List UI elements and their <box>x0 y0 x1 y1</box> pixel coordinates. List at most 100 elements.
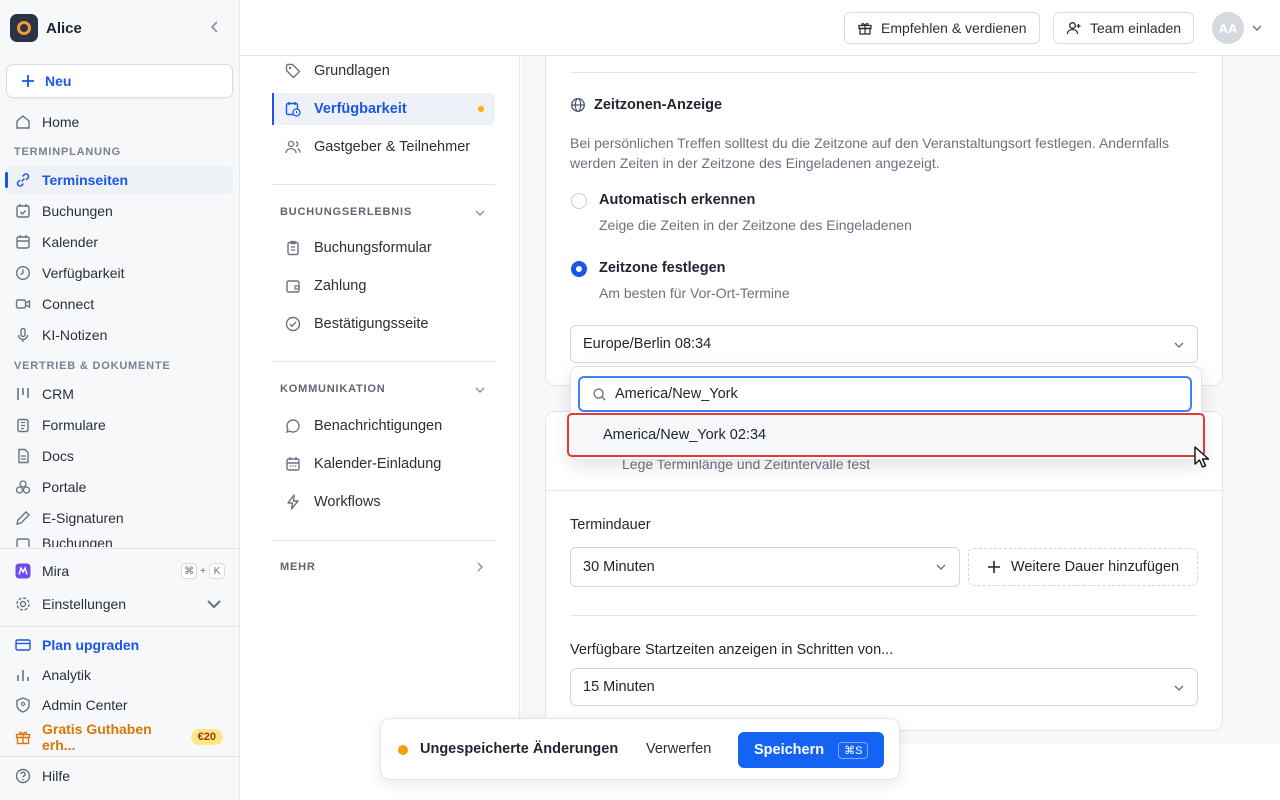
sidebar-item-e-signaturen[interactable]: E-Signaturen <box>6 504 233 532</box>
nav-item-workflows[interactable]: Workflows <box>272 486 495 518</box>
nav-item-label: Kalender-Einladung <box>314 456 442 472</box>
timezone-option-new-york[interactable]: America/New_York 02:34 <box>567 413 1205 457</box>
discard-button[interactable]: Verwerfen <box>646 741 711 757</box>
nav-item-gastgeber-teilnehmer[interactable]: Gastgeber & Teilnehmer <box>272 131 495 163</box>
sidebar-item-formulare[interactable]: Formulare <box>6 411 233 439</box>
nav-item-kalender-einladung[interactable]: Kalender-Einladung <box>272 448 495 480</box>
sidebar-item-admin-center[interactable]: Admin Center <box>6 691 233 719</box>
sidebar-item-plan-upgraden[interactable]: Plan upgraden <box>6 631 233 659</box>
timezone-search-input[interactable]: America/New_York <box>578 376 1192 412</box>
tag-icon <box>285 63 301 79</box>
sidebar-item-hilfe[interactable]: Hilfe <box>6 762 233 790</box>
credit-badge: €20 <box>190 729 223 745</box>
shortcut-plus: + <box>200 565 206 577</box>
nav-item-benachrichtigungen[interactable]: Benachrichtigungen <box>272 410 495 442</box>
workspace-switcher[interactable]: Alice <box>10 13 82 43</box>
lightning-icon <box>287 494 299 510</box>
sidebar-section-scheduling: TERMINPLANUNG <box>14 146 121 158</box>
save-button[interactable]: Speichern ⌘S <box>738 732 884 768</box>
nav-divider <box>272 184 495 185</box>
sidebar-item-ki-notizen[interactable]: KI-Notizen <box>6 321 233 349</box>
sidebar-item-label: Mira <box>42 563 70 579</box>
nav-item-bestaetigungsseite[interactable]: Bestätigungsseite <box>272 308 495 340</box>
interval-select-value: 15 Minuten <box>583 679 655 695</box>
nav-item-grundlagen[interactable]: Grundlagen <box>272 55 495 87</box>
sidebar-item-terminseiten[interactable]: Terminseiten <box>5 166 233 194</box>
sidebar-divider <box>0 756 239 757</box>
collapse-sidebar-icon[interactable] <box>208 20 222 34</box>
pen-icon <box>16 511 30 525</box>
interval-select[interactable]: 15 Minuten <box>570 668 1198 706</box>
sidebar-item-label: Buchungen <box>42 535 113 547</box>
video-icon <box>15 299 31 309</box>
invite-team-button[interactable]: Team einladen <box>1053 12 1195 44</box>
section-buchungserlebnis[interactable]: BUCHUNGSERLEBNIS <box>280 206 412 218</box>
duration-select[interactable]: 30 Minuten <box>570 547 960 587</box>
nav-item-buchungsformular[interactable]: Buchungsformular <box>272 232 495 264</box>
help-icon <box>15 768 31 784</box>
section-divider <box>570 72 1198 73</box>
check-circle-icon <box>285 316 301 332</box>
refer-earn-button[interactable]: Empfehlen & verdienen <box>844 12 1040 44</box>
mira-shortcut: ⌘ + K <box>181 563 225 579</box>
add-duration-label: Weitere Dauer hinzufügen <box>1010 559 1180 575</box>
sidebar-item-gratis-guthaben[interactable]: Gratis Guthaben erh... €20 <box>6 721 233 753</box>
event-settings-nav: Grundlagen Verfügbarkeit Gastgeber & Tei… <box>240 56 520 744</box>
shortcut-key: K <box>209 563 225 579</box>
sidebar-item-label: KI-Notizen <box>42 327 108 343</box>
timezone-select-value: Europe/Berlin 08:34 <box>583 336 712 352</box>
sidebar-item-analytik[interactable]: Analytik <box>6 661 233 689</box>
sidebar-item-label: Analytik <box>42 667 92 683</box>
unsaved-indicator-dot <box>478 106 484 112</box>
nav-item-verfuegbarkeit[interactable]: Verfügbarkeit <box>272 93 495 125</box>
sidebar-item-portale[interactable]: Portale <box>6 473 233 501</box>
sidebar-item-verfuegbarkeit[interactable]: Verfügbarkeit <box>6 259 233 287</box>
document-icon <box>18 448 29 464</box>
nav-item-label: Benachrichtigungen <box>314 418 443 434</box>
sidebar-item-buchungen[interactable]: Buchungen <box>6 197 233 225</box>
chevron-down-icon[interactable] <box>474 207 486 219</box>
timezone-description: Bei persönlichen Treffen solltest du die… <box>570 135 1170 171</box>
sidebar-item-label: Admin Center <box>42 697 128 713</box>
gift-icon <box>858 23 872 35</box>
radio-fixed-label: Zeitzone festlegen <box>599 260 726 276</box>
sidebar-item-kalender[interactable]: Kalender <box>6 228 233 256</box>
sidebar-item-crm[interactable]: CRM <box>6 380 233 408</box>
gift-icon <box>15 731 31 745</box>
timezone-select[interactable]: Europe/Berlin 08:34 <box>570 325 1198 363</box>
microphone-icon <box>17 327 29 342</box>
nav-item-label: Gastgeber & Teilnehmer <box>314 139 471 155</box>
section-mehr[interactable]: MEHR <box>280 561 316 573</box>
section-kommunikation[interactable]: KOMMUNIKATION <box>280 383 386 395</box>
sidebar-item-home[interactable]: Home <box>6 108 233 136</box>
sidebar-item-mira[interactable]: Mira ⌘ + K <box>6 557 233 585</box>
radio-auto-detect[interactable] <box>571 193 587 209</box>
chevron-down-icon <box>1174 685 1184 691</box>
workspace-name: Alice <box>46 19 82 37</box>
sidebar-item-connect[interactable]: Connect <box>6 290 233 318</box>
shortcut-key: ⌘ <box>181 563 198 579</box>
sidebar-item-label: Hilfe <box>42 768 71 784</box>
timezone-title-text: Zeitzonen-Anzeige <box>594 97 723 113</box>
sidebar-item-label: Plan upgraden <box>42 637 140 653</box>
sidebar-item-label: Gratis Guthaben erh... <box>42 721 152 753</box>
unsaved-status-text: Ungespeicherte Änderungen <box>420 741 619 757</box>
avatar[interactable]: AA <box>1212 12 1244 44</box>
nav-item-zahlung[interactable]: Zahlung <box>272 270 495 302</box>
sidebar-item-einstellungen[interactable]: Einstellungen <box>6 590 233 618</box>
new-button[interactable]: Neu <box>6 64 233 98</box>
add-duration-button[interactable]: Weitere Dauer hinzufügen <box>968 548 1198 586</box>
sidebar-item-label: Einstellungen <box>42 596 127 612</box>
sidebar-item-label: Portale <box>42 479 87 495</box>
section-divider <box>570 615 1198 616</box>
radio-fixed-timezone[interactable] <box>571 261 587 277</box>
refer-earn-label: Empfehlen & verdienen <box>881 20 1027 36</box>
chevron-down-icon[interactable] <box>1251 22 1263 34</box>
sidebar: Alice Neu Home TERMINPLANUNG Terminseite… <box>0 0 240 800</box>
chevron-down-icon[interactable] <box>474 384 486 396</box>
sidebar-item-buchungen-sales[interactable]: Buchungen <box>6 535 233 547</box>
section-divider <box>546 490 1224 491</box>
chevron-right-icon[interactable] <box>474 561 486 573</box>
sidebar-item-docs[interactable]: Docs <box>6 442 233 470</box>
new-button-label: Neu <box>45 73 72 89</box>
